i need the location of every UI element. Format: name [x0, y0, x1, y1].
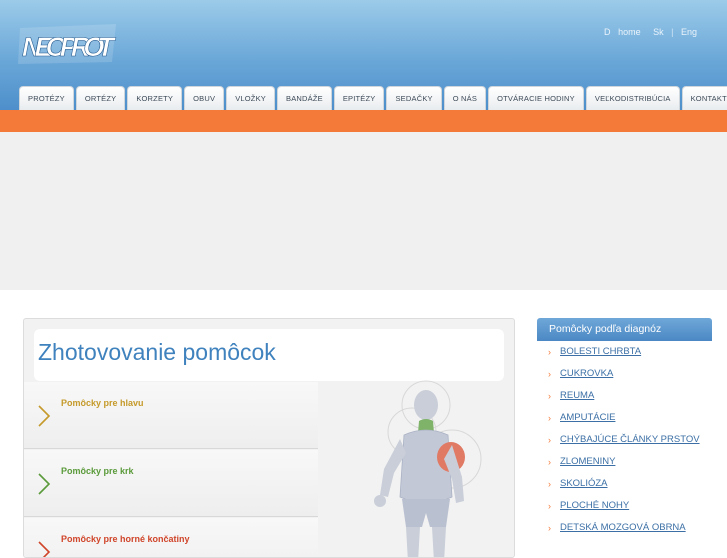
sidebar-item-label[interactable]: CUKROVKA	[560, 368, 613, 379]
lang-separator: |	[671, 27, 674, 37]
neoprot-logo[interactable]: NEOPROT	[18, 22, 118, 66]
sidebar-item-detska-mozgova-obrna[interactable]: › DETSKÁ MOZGOVÁ OBRNA	[537, 517, 712, 539]
tab-vlozky[interactable]: VLOŽKY	[226, 86, 275, 110]
category-head-label: Pomôcky pre hlavu	[61, 398, 144, 408]
chevron-right-icon: ›	[548, 457, 551, 467]
top-links: D home Sk | Eng	[599, 27, 697, 37]
chevron-right-icon: ›	[548, 413, 551, 423]
chevron-right-icon: ›	[548, 391, 551, 401]
sidebar-item-chybajuce-clanky-prstov[interactable]: › CHÝBAJÚCE ČLÁNKY PRSTOV	[537, 429, 712, 451]
chevron-right-icon	[38, 541, 51, 557]
chevron-right-icon	[38, 405, 51, 427]
sidebar-item-label[interactable]: SKOLIÓZA	[560, 478, 608, 489]
category-upper-limbs[interactable]: Pomôcky pre horné končatiny	[24, 518, 318, 557]
tab-kontakt[interactable]: KONTAKT	[681, 86, 727, 110]
sidebar-item-cukrovka[interactable]: › CUKROVKA	[537, 363, 712, 385]
sidebar-item-skolioza[interactable]: › SKOLIÓZA	[537, 473, 712, 495]
home-link[interactable]: home	[618, 27, 641, 37]
site-header: NEOPROT D home Sk | Eng PROTÉZY ORTÉZY K…	[0, 0, 727, 110]
sidebar-item-label[interactable]: AMPUTÁCIE	[560, 412, 615, 423]
tab-korzety[interactable]: KORZETY	[127, 86, 183, 110]
chevron-right-icon: ›	[548, 479, 551, 489]
tab-otvaracie-hodiny[interactable]: OTVÁRACIE HODINY	[488, 86, 584, 110]
main-panel: Zhotovovanie pomôcok Pomôcky pre hlavu P…	[23, 318, 515, 558]
sidebar-item-label[interactable]: BOLESTI CHRBTA	[560, 346, 641, 357]
sidebar-item-reuma[interactable]: › REUMA	[537, 385, 712, 407]
sidebar-item-bolesti-chrbta[interactable]: › BOLESTI CHRBTA	[537, 341, 712, 363]
chevron-right-icon: ›	[548, 501, 551, 511]
body-figure-image	[374, 380, 482, 557]
chevron-right-icon: ›	[548, 347, 551, 357]
svg-text:NEOPROT: NEOPROT	[22, 32, 117, 62]
tab-ortezy[interactable]: ORTÉZY	[75, 86, 126, 110]
tab-obuv[interactable]: OBUV	[184, 86, 225, 110]
main-nav: PROTÉZY ORTÉZY KORZETY OBUV VLOŽKY BANDÁ…	[19, 86, 727, 110]
category-head[interactable]: Pomôcky pre hlavu	[24, 382, 318, 449]
chevron-right-icon: ›	[548, 435, 551, 445]
tab-sedacky[interactable]: SEDAČKY	[386, 86, 442, 110]
tab-protezy[interactable]: PROTÉZY	[19, 86, 74, 110]
sidebar-item-amputacie[interactable]: › AMPUTÁCIE	[537, 407, 712, 429]
diagnosis-list: › BOLESTI CHRBTA › CUKROVKA › REUMA › AMPUTÁ…	[537, 341, 712, 539]
tab-epitezy[interactable]: EPITÉZY	[333, 86, 385, 110]
accent-bar	[0, 110, 727, 132]
sidebar-item-label[interactable]: PLOCHÉ NOHY	[560, 500, 629, 511]
sidebar-item-label[interactable]: REUMA	[560, 390, 594, 401]
tab-o-nas[interactable]: O NÁS	[443, 86, 487, 110]
chevron-right-icon: ›	[548, 369, 551, 379]
lang-eng-link[interactable]: Eng	[681, 27, 697, 37]
category-neck-label: Pomôcky pre krk	[61, 466, 134, 476]
sidebar-title: Pomôcky podľa diagnóz	[537, 318, 712, 341]
lang-sk-link[interactable]: Sk	[653, 27, 664, 37]
page-title: Zhotovovanie pomôcok	[38, 339, 276, 365]
sidebar-item-ploche-nohy[interactable]: › PLOCHÉ NOHY	[537, 495, 712, 517]
sidebar-item-zlomeniny[interactable]: › ZLOMENINY	[537, 451, 712, 473]
category-upper-limbs-label: Pomôcky pre horné končatiny	[61, 534, 190, 544]
sidebar-diagnoses: Pomôcky podľa diagnóz › BOLESTI CHRBTA › C…	[537, 318, 712, 558]
chevron-right-icon: ›	[548, 523, 551, 533]
chevron-right-icon	[38, 473, 51, 495]
tab-bandaze[interactable]: BANDÁŽE	[277, 86, 332, 110]
sidebar-item-label[interactable]: CHÝBAJÚCE ČLÁNKY PRSTOV	[560, 434, 700, 445]
category-neck[interactable]: Pomôcky pre krk	[24, 450, 318, 517]
home-icon[interactable]: D	[604, 27, 611, 37]
banner-area	[0, 132, 727, 290]
tab-velkodistribucia[interactable]: VEĽKODISTRIBÚCIA	[585, 86, 680, 110]
sidebar-item-label[interactable]: ZLOMENINY	[560, 456, 615, 467]
sidebar-item-label[interactable]: DETSKÁ MOZGOVÁ OBRNA	[560, 522, 686, 533]
